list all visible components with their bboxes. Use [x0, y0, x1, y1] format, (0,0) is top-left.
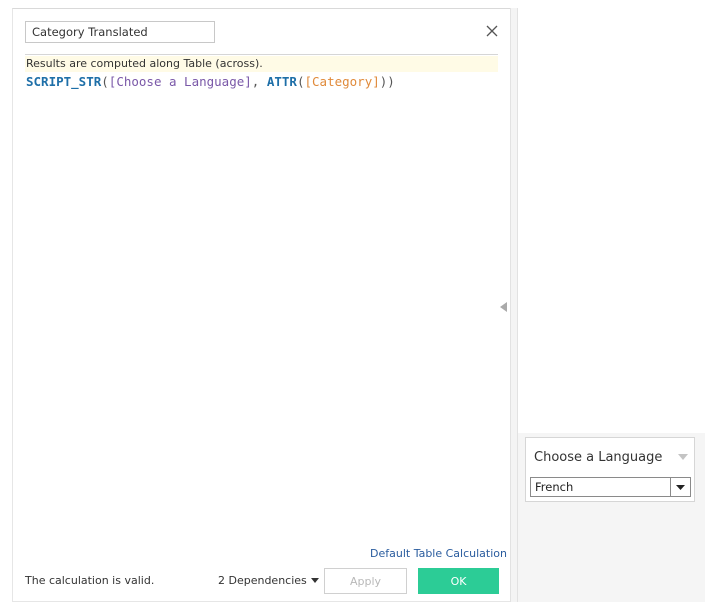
language-select-button[interactable] — [670, 478, 690, 496]
workspace: Results are computed along Table (across… — [0, 0, 705, 610]
computation-info-text: Results are computed along Table (across… — [26, 57, 263, 70]
divider — [25, 54, 498, 55]
calculation-editor-dialog: Results are computed along Table (across… — [12, 8, 510, 602]
caret-down-icon — [310, 578, 319, 583]
validation-status: The calculation is valid. — [25, 574, 155, 587]
formula-editor[interactable]: SCRIPT_STR([Choose a Language], ATTR([Ca… — [26, 74, 395, 89]
triangle-left-icon — [500, 302, 507, 312]
panel-splitter[interactable] — [510, 8, 518, 602]
parameter-title: Choose a Language — [534, 450, 663, 465]
parameter-control-card: Choose a Language French — [525, 437, 695, 502]
collapse-panel-button[interactable] — [500, 302, 508, 312]
caret-down-icon — [678, 454, 688, 460]
close-button[interactable] — [484, 23, 500, 39]
calculation-name-input[interactable] — [25, 21, 215, 43]
formula-parameter-ref: [Choose a Language] — [108, 74, 252, 89]
apply-button[interactable]: Apply — [324, 568, 407, 594]
caret-down-icon — [676, 484, 685, 490]
language-select-value: French — [535, 480, 574, 494]
parameter-menu-button[interactable] — [678, 454, 688, 460]
computation-info-bar: Results are computed along Table (across… — [25, 56, 498, 72]
formula-agg-function: ATTR — [266, 74, 297, 89]
formula-open-paren: ( — [101, 74, 109, 89]
dependencies-dropdown[interactable]: 2 Dependencies — [218, 574, 319, 587]
dependencies-label: 2 Dependencies — [218, 574, 307, 587]
language-select[interactable]: French — [530, 477, 691, 497]
formula-agg-open-paren: ( — [296, 74, 305, 89]
close-icon — [486, 25, 498, 37]
formula-separator: , — [251, 74, 267, 89]
formula-close-parens: )) — [379, 74, 395, 89]
formula-function: SCRIPT_STR — [26, 74, 102, 89]
ok-button[interactable]: OK — [418, 568, 499, 594]
formula-field-ref: [Category] — [304, 74, 380, 89]
default-table-calculation-link[interactable]: Default Table Calculation — [370, 547, 507, 560]
